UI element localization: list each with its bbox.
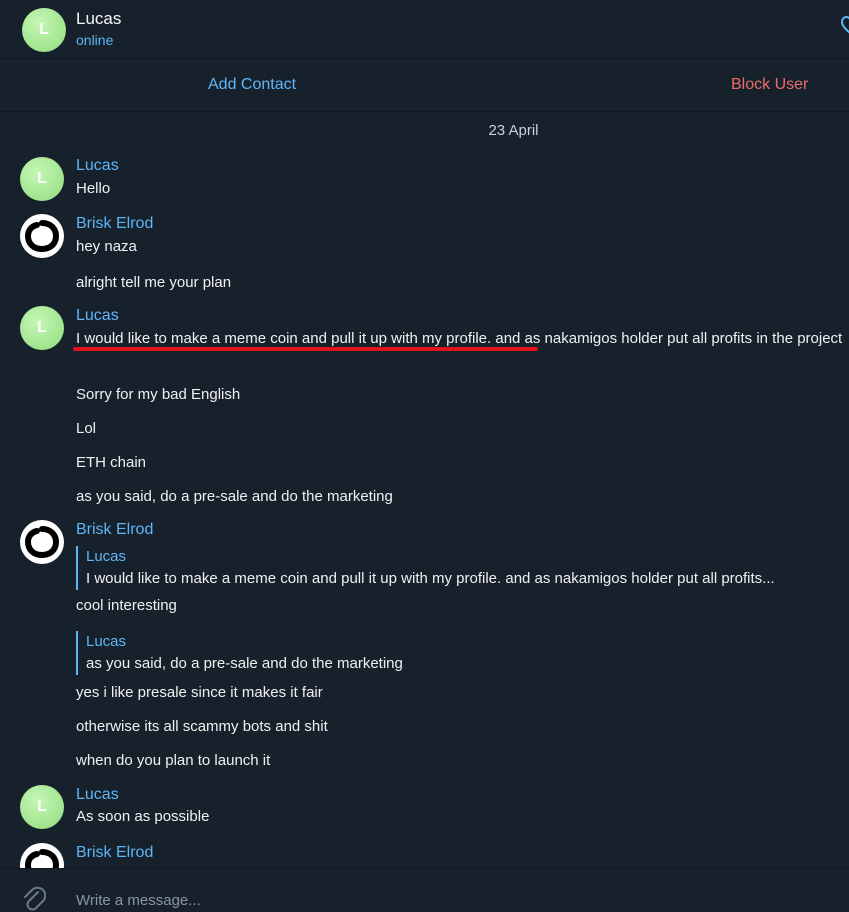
reply-quote-author: Lucas	[86, 633, 127, 650]
block-user-button[interactable]: Block User	[731, 76, 808, 94]
add-contact-button[interactable]: Add Contact	[208, 76, 296, 94]
message-text: I would like to make a meme coin and pul…	[76, 330, 843, 347]
message-composer	[0, 868, 849, 912]
message-text: cool interesting	[76, 597, 177, 614]
message-text: Lol	[76, 420, 97, 437]
avatar[interactable]: L	[20, 306, 64, 350]
reply-quote[interactable]: Lucas as you said, do a pre-sale and do …	[76, 631, 849, 675]
action-bar: Add Contact Block User	[0, 59, 849, 112]
reply-quote-text: as you said, do a pre-sale and do the ma…	[86, 655, 403, 672]
message-text: when do you plan to launch it	[76, 752, 271, 769]
message-text: alright tell me your plan	[76, 274, 232, 291]
enso-logo-icon	[24, 526, 60, 559]
message-text: yes i like presale since it makes it fai…	[76, 684, 323, 701]
message-text: Hello	[76, 180, 111, 197]
heart-icon[interactable]	[840, 14, 849, 36]
message-sender[interactable]: Lucas	[76, 157, 119, 175]
paperclip-icon[interactable]	[20, 883, 46, 912]
message-list[interactable]: 23 April L Lucas Hello Brisk Elrod hey n…	[0, 112, 849, 868]
reply-quote-author: Lucas	[86, 548, 127, 565]
reply-quote[interactable]: Lucas I would like to make a meme coin a…	[76, 546, 849, 590]
message-sender[interactable]: Brisk Elrod	[76, 521, 153, 539]
message-text: hey naza	[76, 238, 137, 255]
chat-title[interactable]: Lucas	[76, 9, 121, 29]
avatar[interactable]	[20, 214, 64, 258]
message-text: otherwise its all scammy bots and shit	[76, 718, 328, 735]
avatar[interactable]	[20, 843, 64, 868]
enso-logo-icon	[24, 849, 60, 868]
avatar[interactable]	[20, 520, 64, 564]
chat-header: L Lucas online	[0, 0, 849, 59]
enso-logo-icon	[24, 220, 60, 253]
message-text: as you said, do a pre-sale and do the ma…	[76, 488, 393, 505]
message-sender[interactable]: Brisk Elrod	[76, 844, 153, 862]
message-text: Sorry for my bad English	[76, 386, 241, 403]
message-sender[interactable]: Lucas	[76, 786, 119, 804]
message-text: As soon as possible	[76, 808, 210, 825]
highlight-underline	[73, 347, 538, 351]
message-sender[interactable]: Lucas	[76, 307, 119, 325]
message-input[interactable]	[76, 889, 816, 911]
online-status: online	[76, 32, 114, 48]
date-separator: 23 April	[488, 122, 539, 139]
message-sender[interactable]: Brisk Elrod	[76, 215, 153, 233]
reply-quote-text: I would like to make a meme coin and pul…	[86, 570, 775, 587]
avatar[interactable]: L	[20, 785, 64, 829]
avatar[interactable]: L	[22, 8, 66, 52]
message-text: ETH chain	[76, 454, 147, 471]
avatar[interactable]: L	[20, 157, 64, 201]
